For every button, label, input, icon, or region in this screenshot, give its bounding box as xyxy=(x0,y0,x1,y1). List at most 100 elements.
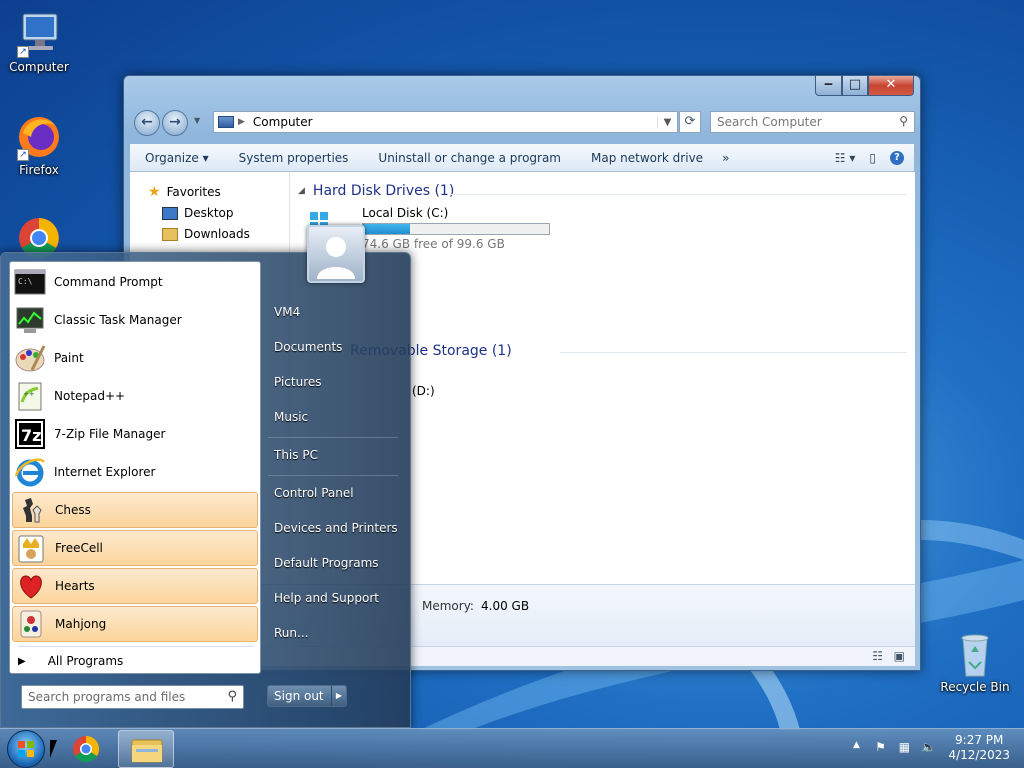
recycle-bin-icon xyxy=(951,630,999,678)
search-icon: ⚲ xyxy=(899,114,908,128)
chrome-icon xyxy=(73,735,100,763)
command-bar: Organize ▾ System properties Uninstall o… xyxy=(130,144,914,172)
maximize-button[interactable]: □ xyxy=(842,76,868,96)
program-paint[interactable]: Paint xyxy=(12,340,258,376)
help-icon[interactable]: ? xyxy=(890,150,904,165)
program-classic-task-manager[interactable]: Classic Task Manager xyxy=(12,302,258,338)
freecell-icon xyxy=(15,532,47,564)
mahjong-icon xyxy=(15,608,47,640)
desktop-icon-label: Computer xyxy=(9,60,69,74)
system-properties-button[interactable]: System properties xyxy=(224,151,364,165)
start-menu-programs: C:\ Command Prompt Classic Task Manager … xyxy=(9,261,261,674)
notepadpp-icon: ++ xyxy=(14,380,46,412)
minimize-button[interactable]: ‒ xyxy=(815,76,842,96)
taskbar-chrome[interactable] xyxy=(60,730,116,768)
svg-text:C:\: C:\ xyxy=(18,277,33,286)
desktop-icon-recycle-bin[interactable]: Recycle Bin xyxy=(937,630,1013,694)
collapse-icon: ◢ xyxy=(298,186,305,196)
program-command-prompt[interactable]: C:\ Command Prompt xyxy=(12,264,258,300)
search-icon: ⚲ xyxy=(227,689,237,704)
nav-favorites[interactable]: ★ Favorites xyxy=(148,184,221,200)
start-search-placeholder: Search programs and files xyxy=(28,690,186,704)
program-internet-explorer[interactable]: Internet Explorer xyxy=(12,454,258,490)
organize-button[interactable]: Organize ▾ xyxy=(130,151,224,165)
close-button[interactable]: ✕ xyxy=(868,76,914,96)
uninstall-button[interactable]: Uninstall or change a program xyxy=(363,151,576,165)
program-mahjong[interactable]: Mahjong xyxy=(12,606,258,642)
sign-out-button[interactable]: Sign out ▶ xyxy=(267,685,347,707)
system-tray: ▲ ⚑ ▦ 🔈 9:27 PM 4/12/2023 xyxy=(844,728,1024,768)
desktop-icon-computer[interactable]: ↗ Computer xyxy=(1,10,77,74)
svg-text:7z: 7z xyxy=(21,426,41,445)
start-right-documents[interactable]: Documents xyxy=(274,340,342,354)
desktop-folder-icon xyxy=(162,206,178,220)
start-menu-divider xyxy=(18,646,254,647)
address-text: Computer xyxy=(252,115,313,129)
group-hard-disk-drives[interactable]: ◢ Hard Disk Drives (1) xyxy=(298,183,454,199)
navigation-bar: ← → ▼ ▶ Computer ▼ ⟳ Search Computer ⚲ xyxy=(132,108,915,136)
drive-d-name[interactable]: (D:) xyxy=(412,384,435,398)
arrow-right-icon[interactable]: ▶ xyxy=(332,686,346,706)
chess-icon xyxy=(15,494,47,526)
task-manager-icon xyxy=(14,304,46,336)
computer-icon: ↗ xyxy=(15,10,63,58)
program-freecell[interactable]: FreeCell xyxy=(12,530,258,566)
start-button[interactable] xyxy=(7,730,45,768)
start-right-divider xyxy=(268,475,398,476)
drive-c-name[interactable]: Local Disk (C:) xyxy=(362,206,448,220)
more-commands-button[interactable]: » xyxy=(718,151,733,165)
arrow-right-icon: ▶ xyxy=(18,655,26,667)
star-icon: ★ xyxy=(148,184,161,200)
window-controls: ‒ □ ✕ xyxy=(815,76,914,96)
start-search-input[interactable]: Search programs and files ⚲ xyxy=(21,685,244,709)
large-icons-view-icon[interactable]: ▣ xyxy=(894,649,905,663)
group-divider xyxy=(450,194,907,195)
address-bar[interactable]: ▶ Computer ▼ xyxy=(213,111,678,133)
nav-desktop[interactable]: Desktop xyxy=(162,206,234,220)
start-right-control-panel[interactable]: Control Panel xyxy=(274,486,354,500)
taskbar-file-explorer[interactable] xyxy=(118,730,174,768)
start-right-run[interactable]: Run... xyxy=(274,626,308,640)
program-7zip[interactable]: 7z 7-Zip File Manager xyxy=(12,416,258,452)
hearts-icon xyxy=(15,570,47,602)
svg-text:++: ++ xyxy=(23,390,35,398)
start-right-devices-printers[interactable]: Devices and Printers xyxy=(274,521,398,535)
start-right-this-pc[interactable]: This PC xyxy=(274,448,318,462)
details-view-icon[interactable]: ☷ xyxy=(872,649,883,663)
clock-date: 4/12/2023 xyxy=(948,748,1010,762)
search-input[interactable]: Search Computer ⚲ xyxy=(710,111,915,133)
nav-downloads[interactable]: Downloads xyxy=(162,227,250,241)
start-right-divider xyxy=(268,437,398,438)
all-programs-button[interactable]: ▶ All Programs xyxy=(18,654,123,668)
action-center-flag-icon[interactable]: ⚑ xyxy=(872,740,888,756)
show-hidden-icons-button[interactable]: ▲ xyxy=(848,740,864,756)
refresh-button[interactable]: ⟳ xyxy=(679,111,701,133)
address-dropdown[interactable]: ▼ xyxy=(657,116,677,128)
program-chess[interactable]: Chess xyxy=(12,492,258,528)
preview-pane-icon[interactable]: ▯ xyxy=(869,151,876,165)
windows-logo-icon xyxy=(18,741,34,757)
start-right-help-support[interactable]: Help and Support xyxy=(274,591,379,605)
clock[interactable]: 9:27 PM 4/12/2023 xyxy=(948,733,1010,763)
desktop-icon-firefox[interactable]: ↗ Firefox xyxy=(1,113,77,177)
memory-label: Memory: xyxy=(422,599,474,613)
start-right-music[interactable]: Music xyxy=(274,410,308,424)
program-hearts[interactable]: Hearts xyxy=(12,568,258,604)
start-right-user[interactable]: VM4 xyxy=(274,305,300,319)
ie-icon xyxy=(14,456,46,488)
back-button[interactable]: ← xyxy=(134,110,160,136)
program-notepadpp[interactable]: ++ Notepad++ xyxy=(12,378,258,414)
user-avatar[interactable] xyxy=(307,225,365,283)
network-icon[interactable]: ▦ xyxy=(896,740,912,756)
clock-time: 9:27 PM xyxy=(955,733,1004,747)
folder-icon xyxy=(131,739,163,763)
drive-c-usage-bar xyxy=(362,223,550,235)
volume-muted-icon[interactable]: 🔈 xyxy=(920,740,936,756)
forward-button[interactable]: → xyxy=(162,110,188,136)
map-network-drive-button[interactable]: Map network drive xyxy=(576,151,718,165)
recent-pages-dropdown[interactable]: ▼ xyxy=(194,116,200,125)
paint-icon xyxy=(14,342,46,374)
start-right-pictures[interactable]: Pictures xyxy=(274,375,322,389)
view-options-icon[interactable]: ☷ ▾ xyxy=(835,151,856,165)
start-right-default-programs[interactable]: Default Programs xyxy=(274,556,379,570)
